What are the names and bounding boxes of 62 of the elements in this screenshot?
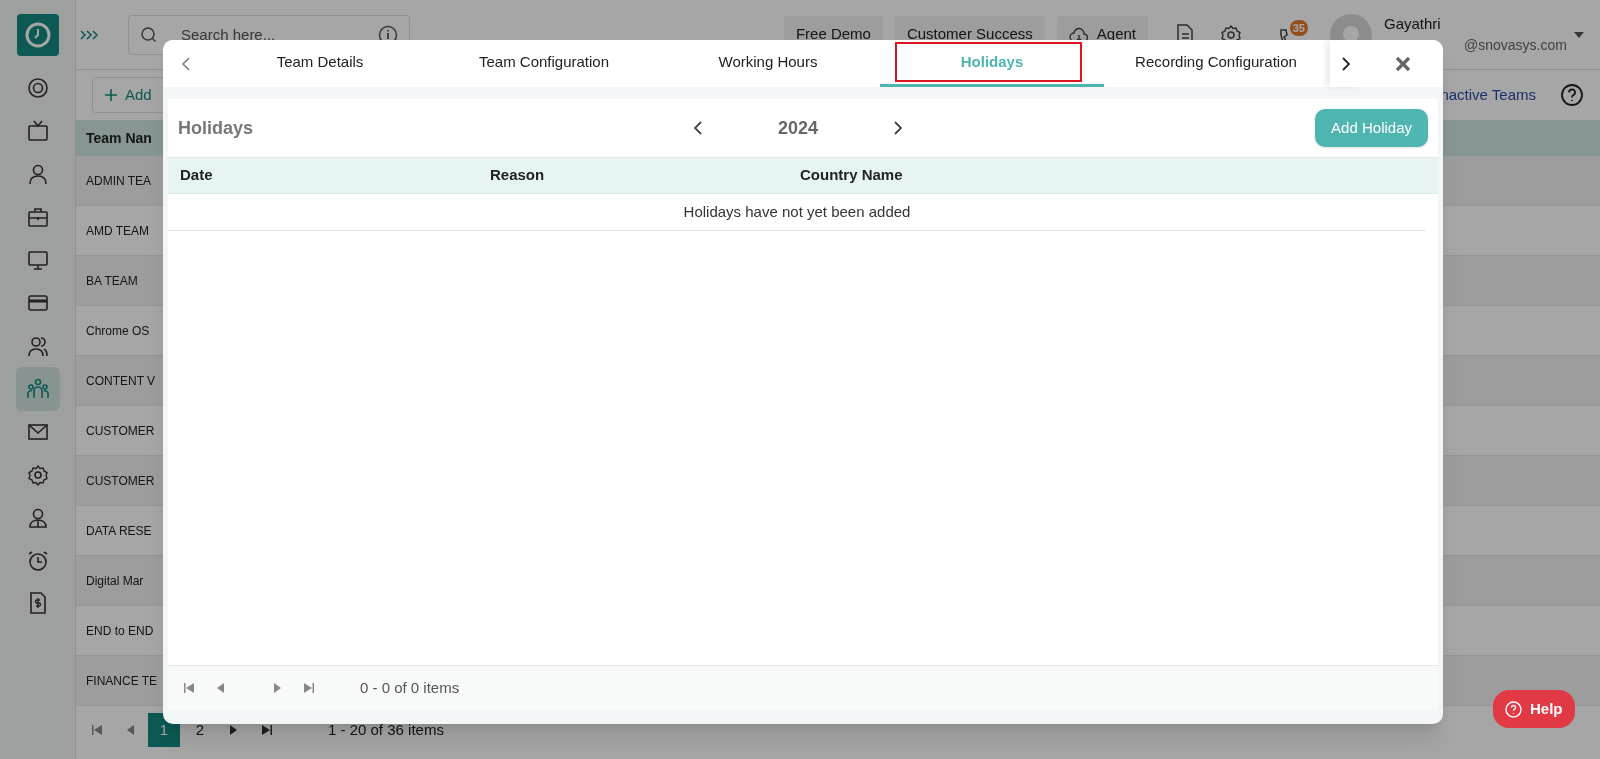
sidebar-item[interactable] xyxy=(15,367,60,411)
briefcase-icon xyxy=(26,206,49,228)
previous-page-icon[interactable] xyxy=(126,725,136,735)
user-badge-icon xyxy=(26,507,49,529)
section-title: Holidays xyxy=(178,116,255,140)
cloud-icon xyxy=(1068,26,1089,43)
caret-icon[interactable] xyxy=(1574,31,1584,38)
plus-icon xyxy=(105,89,117,101)
year-label: 2024 xyxy=(776,116,819,140)
tab[interactable]: Team Configuration xyxy=(432,40,656,87)
pagination-summary: 0 - 0 of 0 items xyxy=(360,677,460,698)
card-icon xyxy=(26,292,49,314)
settings-icon xyxy=(26,464,49,486)
pagination-summary: 1 - 20 of 36 items xyxy=(328,719,444,740)
column-header: Date xyxy=(180,165,214,186)
chevron-right-icon xyxy=(894,121,902,135)
chevron-right-icon xyxy=(1342,56,1350,71)
user-name: Gayathri xyxy=(1384,13,1441,34)
expand-icon[interactable] xyxy=(80,29,100,40)
team-icon xyxy=(26,378,49,400)
page-button[interactable]: 2 xyxy=(184,713,216,747)
help-icon[interactable] xyxy=(1560,83,1584,107)
notification-badge: 35 xyxy=(1289,19,1308,36)
table-cell-text: CONTENT V xyxy=(86,372,156,390)
next-page-icon[interactable] xyxy=(272,683,282,693)
close-icon[interactable] xyxy=(1394,55,1411,72)
table-cell-text: CUSTOMER xyxy=(86,472,155,490)
search-field[interactable]: Search here... xyxy=(128,14,410,55)
target-icon xyxy=(26,77,49,99)
table-cell-text: BA TEAM xyxy=(86,272,138,290)
table-cell-text: ADMIN TEA xyxy=(86,172,152,190)
users-icon xyxy=(26,335,49,357)
last-page-icon[interactable] xyxy=(304,683,314,693)
chevron-left-icon xyxy=(181,56,190,71)
column-header: Team Nan xyxy=(86,128,152,148)
search-icon xyxy=(140,25,158,44)
table-cell-text: DATA RESE xyxy=(86,522,152,540)
empty-message: Holidays have not yet been added xyxy=(683,201,911,222)
tab-scroll-right-button[interactable] xyxy=(1330,40,1362,87)
table-cell-text: Digital Mar xyxy=(86,572,144,590)
clock-icon xyxy=(23,21,52,49)
chevron-left-icon xyxy=(694,121,702,135)
user-email: @snovasys.com xyxy=(1464,36,1567,56)
last-page-icon[interactable] xyxy=(262,725,272,735)
table-cell-text: AMD TEAM xyxy=(86,222,150,240)
table-cell-text: END to END xyxy=(86,622,154,640)
first-page-icon[interactable] xyxy=(184,683,194,693)
previous-page-icon[interactable] xyxy=(216,683,226,693)
column-header: Reason xyxy=(490,165,546,186)
first-page-icon[interactable] xyxy=(92,725,102,735)
table-cell-text: Chrome OS xyxy=(86,322,150,340)
table-cell-text: CUSTOMER xyxy=(86,422,155,440)
monitor-icon xyxy=(26,249,49,271)
logo[interactable] xyxy=(16,14,59,56)
alarm-icon xyxy=(26,550,49,572)
mail-icon xyxy=(26,421,49,443)
help-button[interactable]: Help xyxy=(1493,690,1575,728)
person-icon xyxy=(26,163,49,185)
question-icon xyxy=(1505,700,1522,718)
tv-icon xyxy=(26,120,49,142)
column-header: Country Name xyxy=(800,165,904,186)
table-cell-text: FINANCE TE xyxy=(86,672,158,690)
